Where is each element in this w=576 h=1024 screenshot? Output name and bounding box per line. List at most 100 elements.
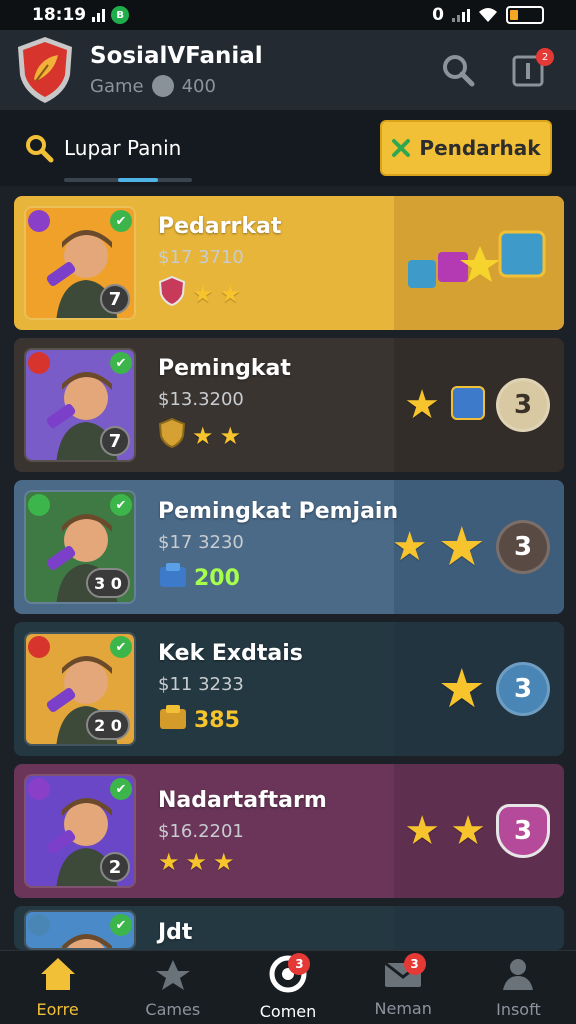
star-icon: ★ — [192, 422, 214, 450]
star-icon: ★ — [404, 808, 441, 854]
nav-item-games[interactable]: Cames — [115, 951, 230, 1024]
signal-icon — [92, 8, 106, 22]
weapon-badge-icon — [28, 352, 50, 374]
search-row: Lupar Panin Pendarhak — [0, 110, 576, 186]
player-name: Pemingkat Pemjain — [158, 499, 399, 524]
nav-item-comment[interactable]: Comen 3 — [230, 951, 345, 1024]
leaderboard-card[interactable]: ✔ 7 Pedarrkat $17 3710 ★ ★ — [14, 196, 564, 330]
player-score: $16.2201 — [158, 821, 244, 842]
gem-box-icon — [158, 561, 188, 595]
star-icon: ★ — [391, 524, 428, 570]
verified-check-icon: ✔ — [110, 778, 132, 800]
nav-label: Insoft — [496, 1000, 541, 1019]
battery-icon — [506, 6, 544, 24]
tab-indicator — [64, 178, 192, 182]
nav-item-mail[interactable]: Neman 3 — [346, 951, 461, 1024]
player-level: 7 — [100, 426, 130, 456]
rank-badge: 3 — [496, 520, 550, 574]
player-name: Nadartaftarm — [158, 788, 327, 813]
leaderboard-card[interactable]: ✔ 2 Nadartaftarm $16.2201 ★ ★ ★ ★ ★ 3 — [14, 764, 564, 898]
wifi-icon — [479, 8, 497, 22]
gold-shield-icon — [158, 417, 186, 454]
verified-check-icon: ✔ — [110, 210, 132, 232]
notification-badge: 2 — [536, 48, 554, 66]
verified-check-icon: ✔ — [110, 352, 132, 374]
player-score: $17 3710 — [158, 247, 244, 268]
star-icon: ★ — [192, 280, 214, 308]
gift-boxes-icon — [400, 226, 550, 300]
games-icon — [154, 956, 192, 996]
search-icon — [443, 55, 475, 87]
status-bar: 18:19 B 0 — [0, 0, 576, 30]
bottom-nav: Eorre Cames Comen 3 Neman 3 Insoft — [0, 950, 576, 1024]
rank-badge: 3 — [496, 662, 550, 716]
chest-icon — [158, 703, 188, 737]
app-notification-icon: B — [111, 6, 130, 24]
search-input[interactable]: Lupar Panin — [64, 136, 181, 160]
player-avatar: ✔ 7 — [24, 206, 136, 320]
coin-count: 400 — [181, 75, 216, 97]
player-name: Jdt — [158, 920, 193, 945]
player-score: $11 3233 — [158, 674, 244, 695]
nav-label: Eorre — [36, 1000, 79, 1019]
player-score: $17 3230 — [158, 532, 244, 553]
nav-item-profile[interactable]: Insoft — [461, 951, 576, 1024]
star-icon: ★ — [404, 382, 440, 428]
star-icon: ★ — [219, 280, 242, 308]
shield-badge-icon — [158, 275, 186, 312]
star-icon: ★ — [213, 848, 235, 876]
leaderboard-card[interactable]: ✔ 2 0 Kek Exdtais $11 3233 385 ★ 3 — [14, 622, 564, 756]
app-title: SosialVFanial — [90, 43, 263, 69]
weapon-badge-icon — [28, 636, 50, 658]
cube-icon — [450, 383, 486, 427]
app-subtitle: Game — [90, 75, 144, 97]
weapon-badge-icon — [28, 210, 50, 232]
filter-button[interactable]: Pendarhak — [380, 120, 552, 176]
star-icon: ★ — [185, 848, 208, 876]
rank-badge: 3 — [496, 804, 550, 858]
verified-check-icon: ✔ — [110, 914, 132, 936]
player-name: Kek Exdtais — [158, 641, 303, 666]
shield-logo-icon — [18, 37, 72, 103]
leaderboard-card[interactable]: ✔ 3 0 Pemingkat Pemjain $17 3230 200 ★ ★ 3 — [14, 480, 564, 614]
app-header: SosialVFanial Game 400 2 — [0, 30, 576, 110]
weapon-badge-icon — [28, 914, 50, 936]
nav-item-home[interactable]: Eorre — [0, 951, 115, 1024]
player-avatar: ✔ 2 — [24, 774, 136, 888]
player-avatar: ✔ 3 0 — [24, 490, 136, 604]
nav-label: Comen — [259, 1002, 317, 1021]
player-avatar: ✔ 7 — [24, 348, 136, 462]
leaderboard-card[interactable]: ✔ 7 Pemingkat $13.3200 ★ ★ ★ 3 — [14, 338, 564, 472]
player-name: Pedarrkat — [158, 214, 282, 239]
star-icon: ★ — [437, 657, 486, 720]
nav-count-badge: 3 — [403, 953, 426, 975]
reward-value: 385 — [194, 707, 240, 733]
coin-icon — [151, 75, 174, 97]
nav-label: Neman — [374, 999, 432, 1018]
player-name: Pemingkat — [158, 356, 291, 381]
verified-check-icon: ✔ — [110, 636, 132, 658]
search-icon — [26, 135, 54, 163]
leaderboard-card[interactable]: ✔ Jdt — [14, 906, 564, 950]
star-icon: ★ — [158, 848, 180, 876]
weapon-badge-icon — [28, 494, 50, 516]
player-level: 3 0 — [86, 568, 130, 598]
verified-check-icon: ✔ — [110, 494, 132, 516]
star-icon: ★ — [219, 422, 242, 450]
star-icon: ★ — [450, 808, 486, 854]
player-level: 7 — [100, 284, 130, 314]
status-signal-value: 0 — [432, 5, 444, 25]
profile-icon — [500, 956, 536, 996]
cell-signal-icon — [452, 8, 470, 22]
weapon-badge-icon — [28, 778, 50, 800]
filter-button-label: Pendarhak — [419, 136, 541, 160]
home-icon — [39, 956, 77, 996]
reward-value: 200 — [194, 565, 240, 591]
rank-badge: 3 — [496, 378, 550, 432]
player-score: $13.3200 — [158, 389, 244, 410]
notifications-button[interactable]: 2 — [508, 48, 554, 90]
player-avatar: ✔ — [24, 910, 136, 950]
search-button[interactable] — [438, 50, 478, 90]
leaderboard-list: ✔ 7 Pedarrkat $17 3710 ★ ★ ✔ 7 Pemingkat $13.3200… — [14, 196, 564, 958]
player-avatar: ✔ 2 0 — [24, 632, 136, 746]
